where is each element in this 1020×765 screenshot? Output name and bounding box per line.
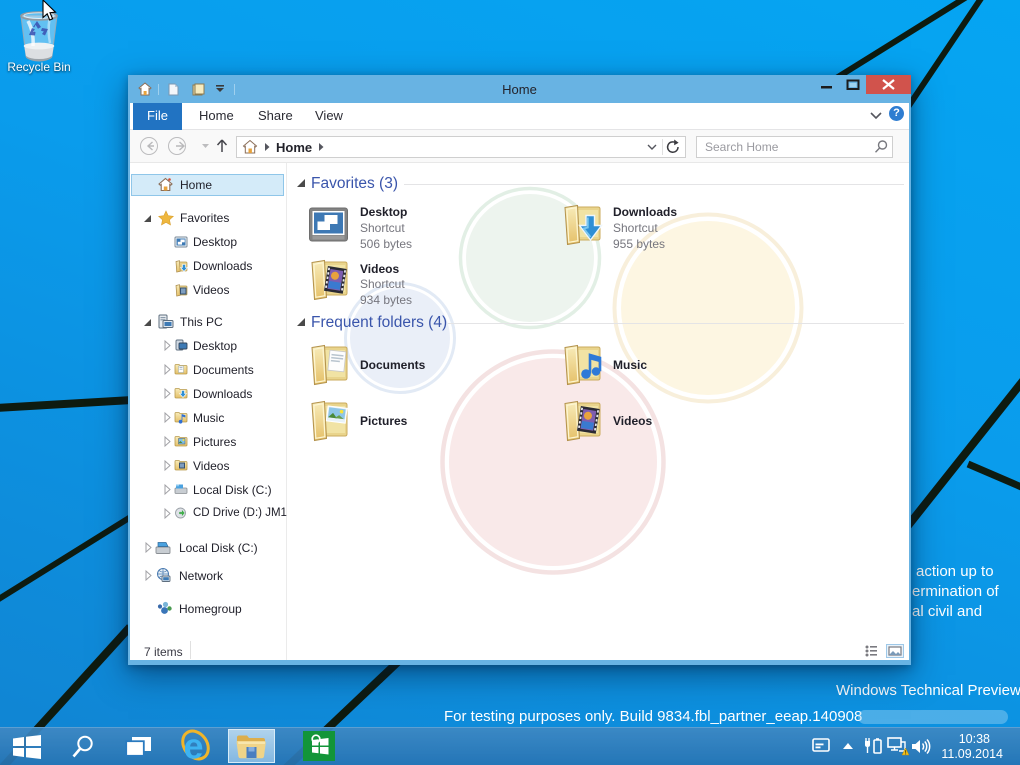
- svg-text:e: e: [184, 729, 204, 763]
